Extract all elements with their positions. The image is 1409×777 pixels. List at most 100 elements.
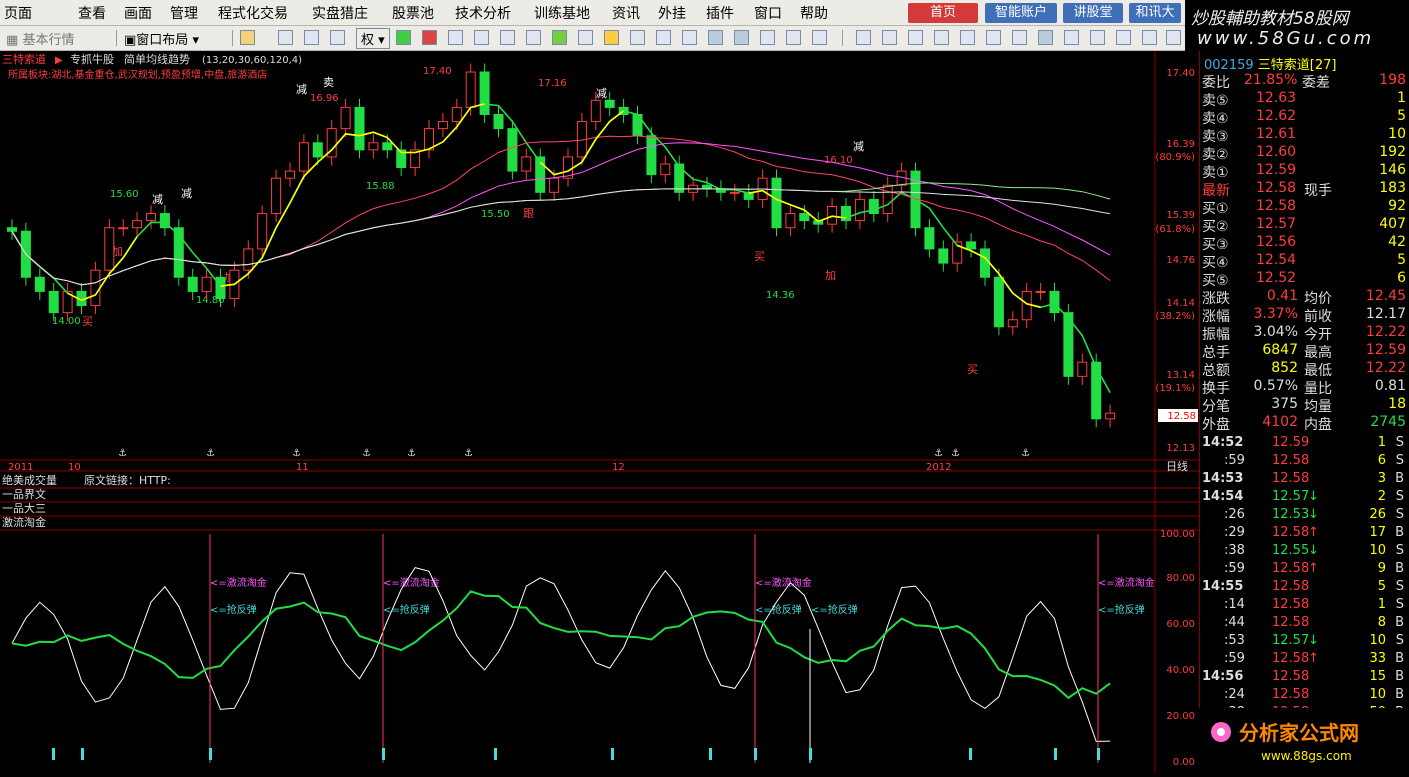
info-title: 绝美成交量 <box>2 473 57 487</box>
tick-row[interactable]: :59 12.58 6 S <box>1200 453 1409 471</box>
cross-icon[interactable] <box>304 30 319 45</box>
ask-row[interactable]: 卖④ 12.62 5 <box>1200 108 1409 127</box>
menu-manage[interactable]: 管理 <box>170 3 198 23</box>
price-label: 13.14 <box>1166 370 1195 381</box>
tick-row[interactable]: 14:55 12.58 5 S <box>1200 579 1409 597</box>
latest-label: 最新 <box>1202 183 1230 199</box>
bid-price: 12.56 <box>1256 234 1297 250</box>
candle-body <box>702 184 712 190</box>
split-icon[interactable] <box>734 30 749 45</box>
sort-icon[interactable] <box>578 30 593 45</box>
market-mode-button[interactable]: ▦ 基本行情 <box>6 29 74 48</box>
ask-level: 卖⑤ <box>1202 93 1229 109</box>
menu-view[interactable]: 查看 <box>78 3 106 23</box>
chart-area[interactable]: 三特索道 ▶ 专抓牛股 简单均线趋势 (13,20,30,60,120,4) 所… <box>0 51 1199 773</box>
calc-icon[interactable] <box>630 30 645 45</box>
bid-row[interactable]: 买② 12.57 407 <box>1200 216 1409 235</box>
lower-signal-rebound: <=抢反弹 <box>755 603 802 616</box>
bid-row[interactable]: 买④ 12.54 5 <box>1200 252 1409 271</box>
lower-signal-main: <=激流淘金 <box>383 576 440 589</box>
menu-screen[interactable]: 画面 <box>124 3 152 23</box>
window-8-icon[interactable] <box>1038 30 1053 45</box>
window-4-icon[interactable] <box>934 30 949 45</box>
menu-hunt[interactable]: 实盘猎庄 <box>312 3 368 23</box>
panel-icon[interactable] <box>330 30 345 45</box>
window-11-icon[interactable] <box>1116 30 1131 45</box>
hexun-button[interactable]: 和讯大 <box>1129 3 1181 23</box>
trend-highlight <box>67 236 138 302</box>
window-9-icon[interactable] <box>1064 30 1079 45</box>
window-1-icon[interactable] <box>856 30 871 45</box>
window-12-icon[interactable] <box>1142 30 1157 45</box>
chart-icon[interactable] <box>278 30 293 45</box>
menu-plugins[interactable]: 插件 <box>706 3 734 23</box>
tick-row[interactable]: 14:52 12.59 1 S <box>1200 435 1409 453</box>
tick-row[interactable]: :44 12.58 8 B <box>1200 615 1409 633</box>
check-icon[interactable] <box>396 30 411 45</box>
rights-button[interactable]: 权 ▾ <box>356 28 390 49</box>
tick-row[interactable]: :26 12.53 ↓ 26 S <box>1200 507 1409 525</box>
menu-help[interactable]: 帮助 <box>800 3 828 23</box>
tick-row[interactable]: :59 12.58 ↑ 9 B <box>1200 561 1409 579</box>
candle-body <box>215 276 226 299</box>
bid-row[interactable]: 买③ 12.56 42 <box>1200 234 1409 253</box>
folder-icon[interactable] <box>240 30 255 45</box>
tick-row[interactable]: :14 12.58 1 S <box>1200 597 1409 615</box>
home-button[interactable]: 首页 <box>908 3 978 23</box>
smart-account-button[interactable]: 智能账户 <box>985 3 1057 23</box>
menu-news[interactable]: 资讯 <box>612 3 640 23</box>
grid-icon[interactable] <box>474 30 489 45</box>
period-label[interactable]: 日线 <box>1166 459 1188 473</box>
columns-icon[interactable] <box>656 30 671 45</box>
tick-row[interactable]: 14:56 12.58 15 B <box>1200 669 1409 687</box>
tick-row[interactable]: 14:53 12.58 3 B <box>1200 471 1409 489</box>
gear-icon[interactable] <box>604 30 619 45</box>
ask-row[interactable]: 卖③ 12.61 10 <box>1200 126 1409 145</box>
window-icon[interactable] <box>682 30 697 45</box>
table-icon[interactable] <box>448 30 463 45</box>
lecture-button[interactable]: 讲股堂 <box>1063 3 1123 23</box>
cancel-icon[interactable] <box>422 30 437 45</box>
window-3-icon[interactable] <box>908 30 923 45</box>
stat-label: 振幅 <box>1202 327 1230 343</box>
menu-tech-analysis[interactable]: 技术分析 <box>455 3 511 23</box>
tick-price: 12.58 <box>1272 597 1310 612</box>
tick-row[interactable]: :53 12.57 ↓ 10 S <box>1200 633 1409 651</box>
menu-training[interactable]: 训练基地 <box>534 3 590 23</box>
export-icon[interactable] <box>812 30 827 45</box>
tick-row[interactable]: :29 12.58 ↑ 17 B <box>1200 525 1409 543</box>
tick-row[interactable]: :24 12.58 10 B <box>1200 687 1409 705</box>
tool-icon[interactable] <box>552 30 567 45</box>
bar-icon[interactable] <box>760 30 775 45</box>
tick-row[interactable]: :59 12.58 ↑ 33 B <box>1200 651 1409 669</box>
line-chart-icon[interactable] <box>708 30 723 45</box>
menu-stock-pool[interactable]: 股票池 <box>392 3 434 23</box>
ask-row[interactable]: 卖② 12.60 192 <box>1200 144 1409 163</box>
window-2-icon[interactable] <box>882 30 897 45</box>
ask-row[interactable]: 卖⑤ 12.63 1 <box>1200 90 1409 109</box>
window-6-icon[interactable] <box>986 30 1001 45</box>
window-layout-button[interactable]: ▣窗口布局 ▾ <box>124 29 199 48</box>
doc-icon[interactable] <box>500 30 515 45</box>
report-icon[interactable] <box>786 30 801 45</box>
list-icon[interactable] <box>526 30 541 45</box>
signal-bar <box>382 748 385 760</box>
tick-row[interactable]: 14:54 12.57 ↓ 2 S <box>1200 489 1409 507</box>
tick-price: 12.59 <box>1272 435 1310 450</box>
menu-window[interactable]: 窗口 <box>754 3 782 23</box>
window-10-icon[interactable] <box>1090 30 1105 45</box>
tick-row[interactable]: :38 12.55 ↓ 10 S <box>1200 543 1409 561</box>
menu-page[interactable]: 页面 <box>4 3 32 23</box>
window-13-icon[interactable] <box>1166 30 1181 45</box>
kline-chart[interactable]: 三特索道 ▶ 专抓牛股 简单均线趋势 (13,20,30,60,120,4) 所… <box>0 51 1199 773</box>
menu-program-trade[interactable]: 程式化交易 <box>218 3 288 23</box>
window-5-icon[interactable] <box>960 30 975 45</box>
ask-row[interactable]: 卖① 12.59 146 <box>1200 162 1409 181</box>
bid-row[interactable]: 买① 12.58 92 <box>1200 198 1409 217</box>
arrow-down-icon: ↓ <box>1308 507 1319 522</box>
window-7-icon[interactable] <box>1012 30 1027 45</box>
tick-side: S <box>1395 543 1404 558</box>
bid-row[interactable]: 买⑤ 12.52 6 <box>1200 270 1409 289</box>
menu-plugin-ext[interactable]: 外挂 <box>658 3 686 23</box>
arrow-icon: ▶ <box>55 55 63 66</box>
